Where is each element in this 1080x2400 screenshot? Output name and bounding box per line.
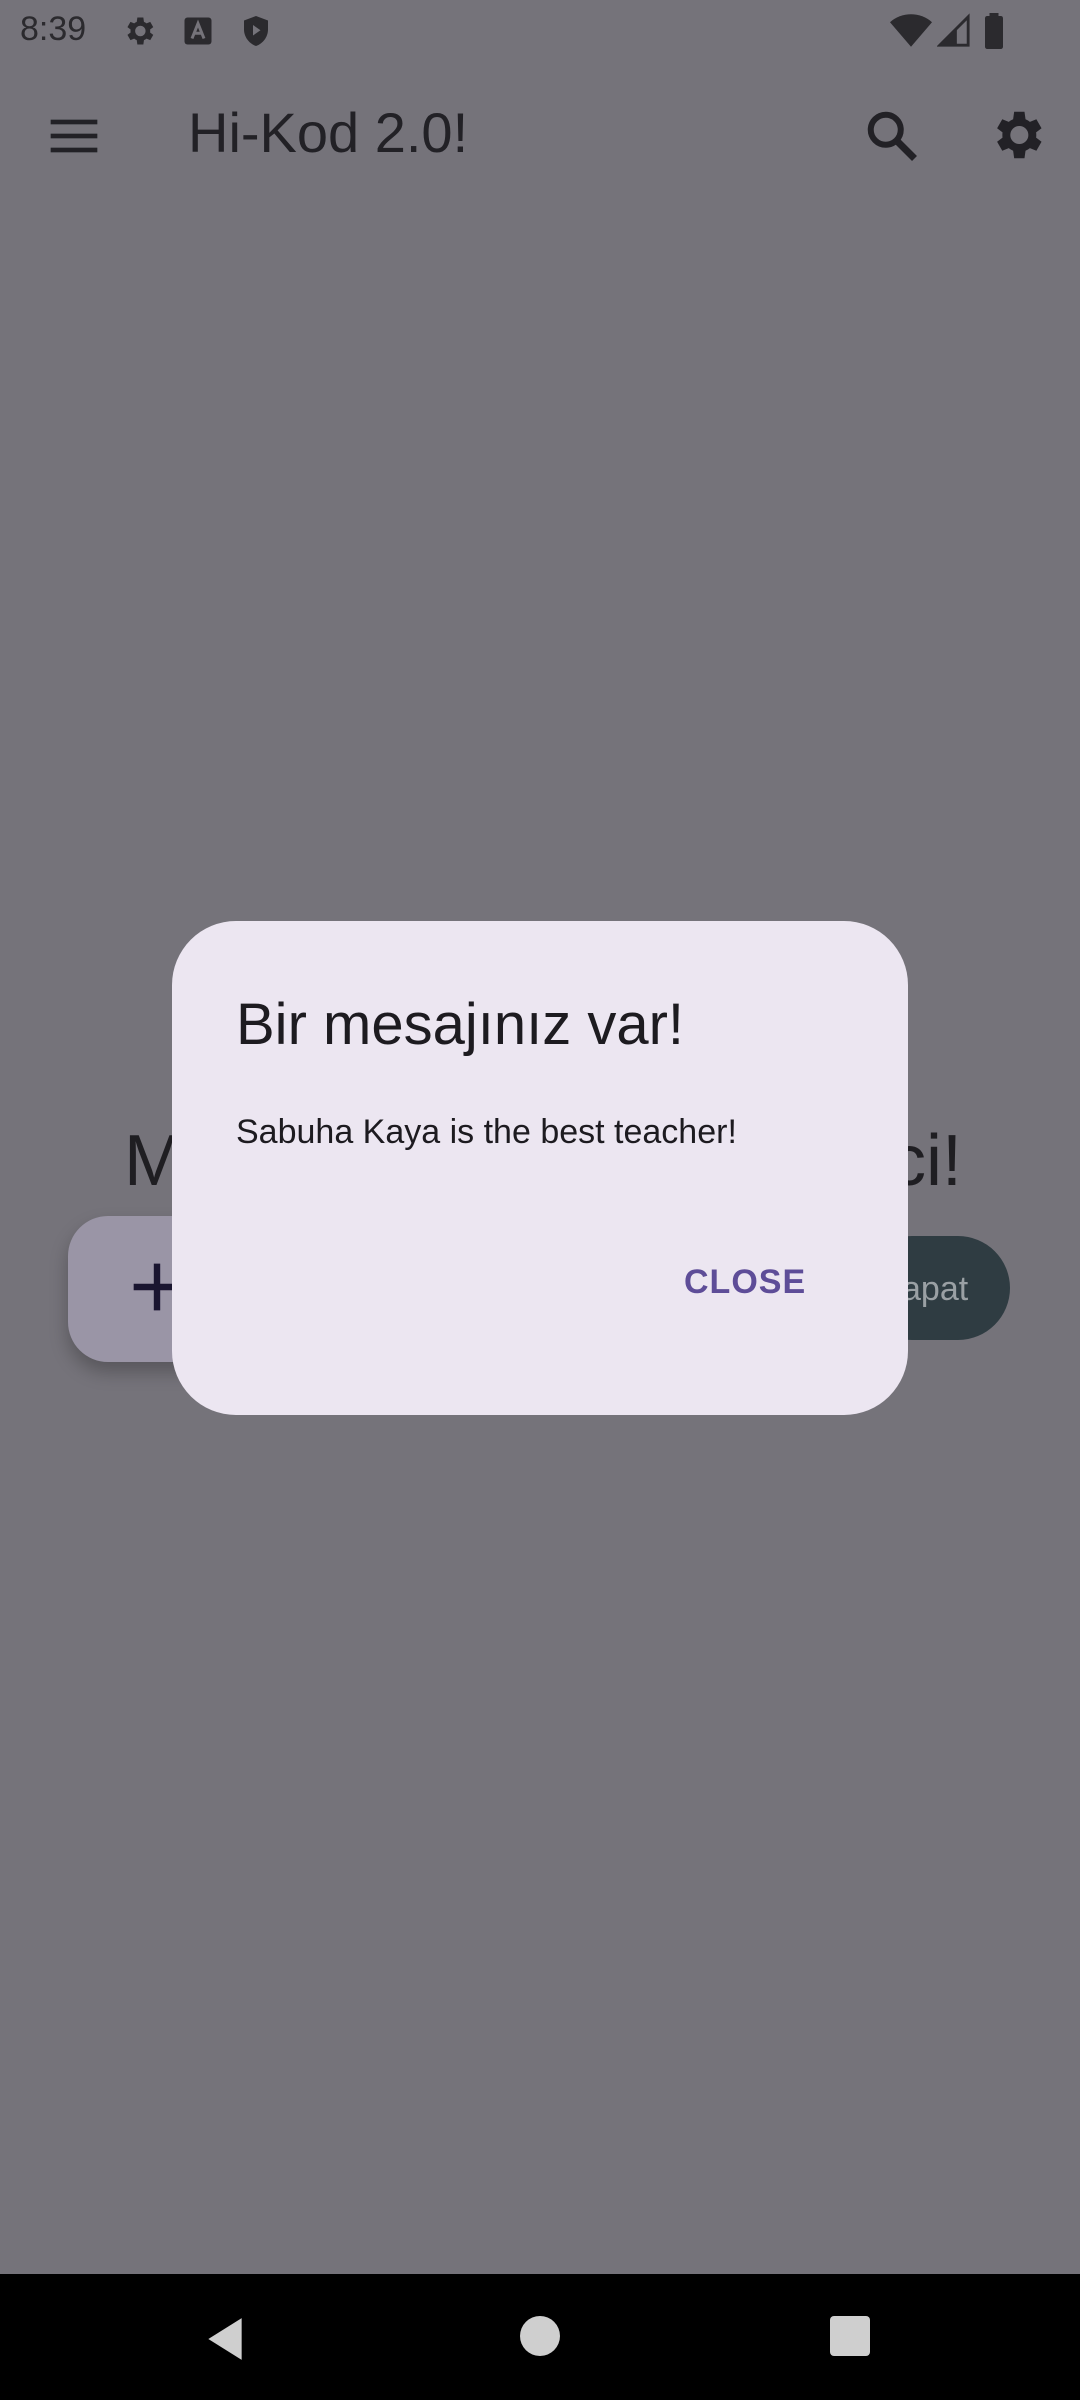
- home-icon[interactable]: [520, 2316, 560, 2356]
- navigation-bar: [0, 2274, 1080, 2400]
- wifi-icon: [890, 14, 932, 47]
- gear-icon[interactable]: [986, 104, 1048, 166]
- page-title: Hi-Kod 2.0!: [188, 101, 469, 164]
- status-bar: 8:39: [0, 0, 1080, 62]
- back-icon[interactable]: [200, 2314, 250, 2364]
- status-time: 8:39: [20, 10, 87, 48]
- dialog-title: Bir mesajınız var!: [236, 992, 684, 1057]
- signal-icon: [937, 13, 970, 47]
- message-dialog: Bir mesajınız var! Sabuha Kaya is the be…: [172, 921, 908, 1415]
- search-icon[interactable]: [862, 106, 922, 166]
- close-button[interactable]: CLOSE: [684, 1263, 806, 1302]
- menu-icon[interactable]: [46, 108, 102, 164]
- recents-icon[interactable]: [830, 2316, 870, 2356]
- dialog-message: Sabuha Kaya is the best teacher!: [236, 1113, 737, 1151]
- pill-label: apat: [902, 1270, 969, 1308]
- shield-icon: [244, 16, 268, 46]
- battery-icon: [985, 13, 1003, 49]
- settings-icon: [127, 17, 154, 45]
- app-bar: Hi-Kod 2.0!: [0, 62, 1080, 212]
- a-icon: [184, 17, 212, 45]
